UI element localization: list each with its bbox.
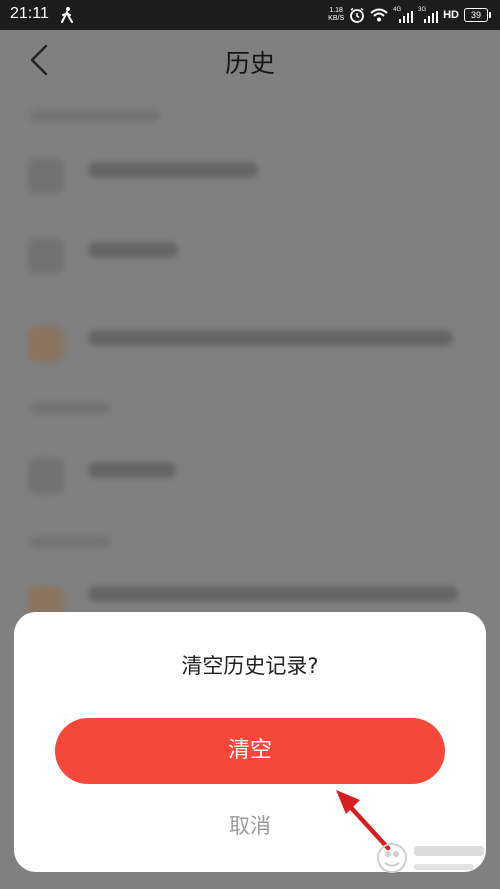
status-bar: 21:11 1.18 KB/S 4G 3G HD 39 bbox=[0, 0, 500, 30]
section-header bbox=[30, 110, 160, 122]
history-item-icon bbox=[28, 238, 64, 274]
signal-sim1: 4G bbox=[393, 7, 414, 23]
status-indicators: 1.18 KB/S 4G 3G HD 39 bbox=[328, 5, 491, 25]
walking-icon bbox=[61, 7, 73, 23]
signal-bars-icon bbox=[424, 11, 439, 23]
section-header bbox=[30, 536, 110, 548]
history-item-icon bbox=[28, 458, 64, 494]
section-header bbox=[30, 402, 110, 414]
history-item-text bbox=[88, 462, 176, 478]
dialog-title: 清空历史记录? bbox=[181, 654, 319, 678]
history-item-text bbox=[88, 586, 458, 602]
history-item-text bbox=[88, 330, 453, 346]
wifi-icon bbox=[370, 8, 388, 22]
signal-bars-icon bbox=[399, 11, 414, 23]
alarm-icon bbox=[350, 7, 365, 23]
history-item-icon bbox=[28, 326, 64, 362]
battery-icon: 39 bbox=[464, 8, 491, 22]
header: 历史 bbox=[0, 30, 500, 90]
page-title: 历史 bbox=[224, 49, 275, 78]
status-time: 21:11 bbox=[10, 5, 49, 22]
history-item-text bbox=[88, 242, 178, 258]
hd-badge: HD bbox=[443, 9, 459, 21]
clear-button[interactable]: 清空 bbox=[55, 718, 445, 784]
watermark-logo-icon bbox=[377, 843, 484, 873]
history-item-icon bbox=[28, 158, 64, 194]
network-speed: 1.18 KB/S bbox=[328, 7, 345, 22]
clear-history-dialog: 清空历史记录? 清空 取消 bbox=[14, 612, 486, 872]
history-item-text bbox=[88, 162, 258, 178]
signal-sim2: 3G bbox=[418, 7, 439, 23]
